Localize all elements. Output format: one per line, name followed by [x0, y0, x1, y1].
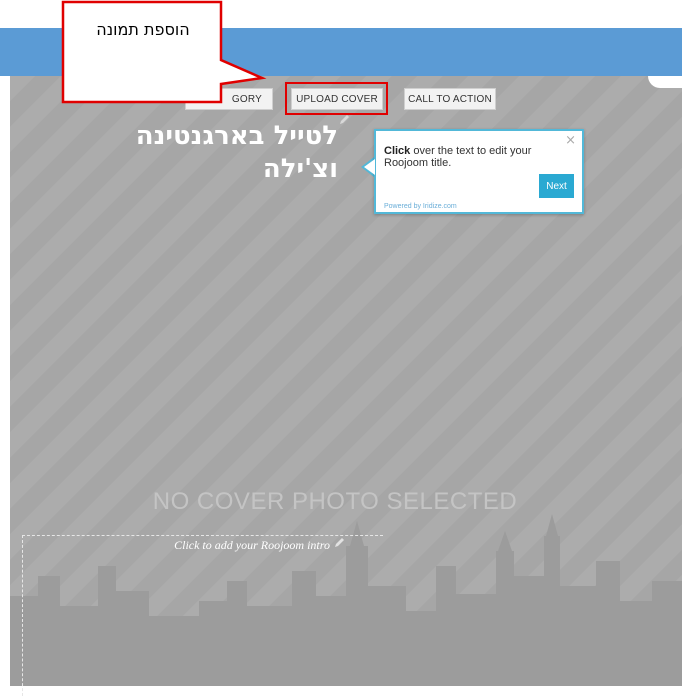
close-icon[interactable]: ×: [565, 133, 576, 148]
pencil-icon[interactable]: [333, 537, 345, 549]
tooltip-text: Click over the text to edit your Roojoom…: [384, 145, 564, 169]
callout-text: הוספת תמונה: [96, 20, 190, 39]
powered-by-link[interactable]: Powered by Iridize.com: [384, 203, 457, 210]
no-cover-placeholder: NO COVER PHOTO SELECTED: [152, 488, 518, 515]
tooltip-bold: Click: [384, 145, 411, 157]
intro-text[interactable]: Click to add your Roojoom intro: [130, 538, 330, 553]
next-button[interactable]: Next: [539, 174, 574, 198]
tooltip-arrow-fill: [364, 159, 375, 175]
tooltip-popup: × Click over the text to edit your Roojo…: [374, 129, 584, 214]
roojoom-title[interactable]: לטייל בארגנטינה וצ'ילה: [60, 120, 338, 186]
intro-dashed-box[interactable]: [22, 535, 383, 696]
